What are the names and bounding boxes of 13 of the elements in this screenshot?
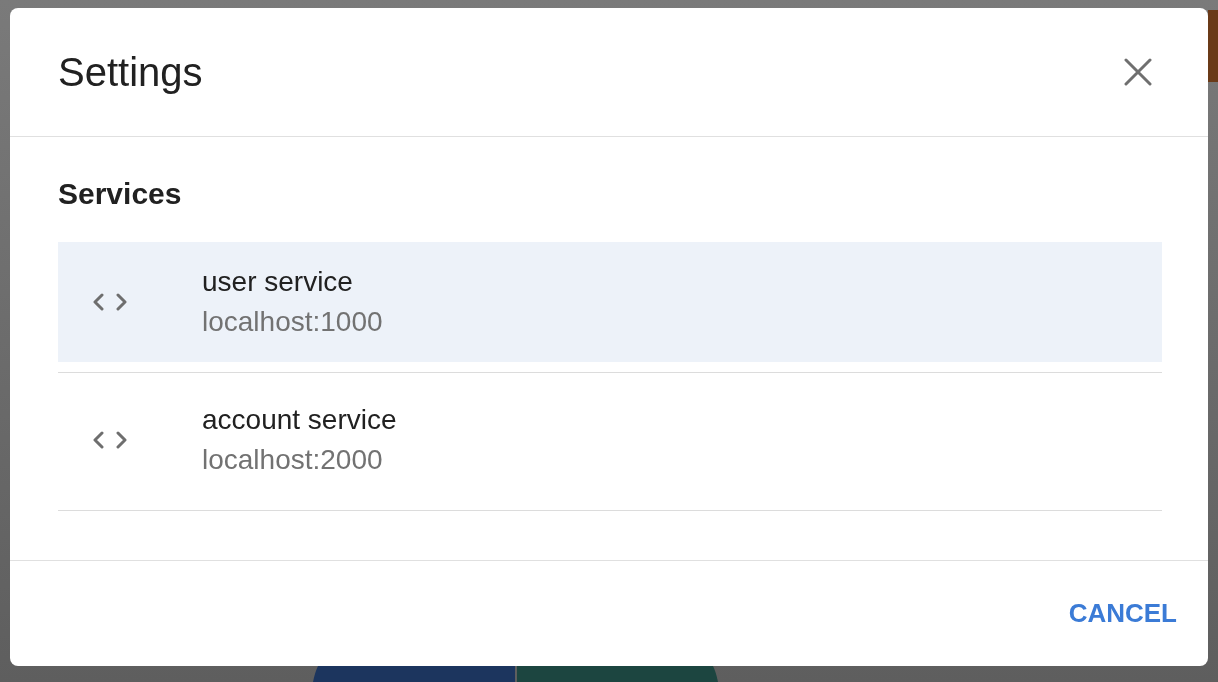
close-icon	[1124, 58, 1152, 86]
service-address: localhost:2000	[202, 443, 383, 477]
code-icon	[93, 430, 127, 450]
cancel-button[interactable]: CANCEL	[1052, 590, 1193, 637]
service-list-item[interactable]: account service localhost:2000	[58, 380, 1162, 500]
code-icon	[93, 292, 127, 312]
section-title: Services	[58, 176, 182, 212]
service-name: user service	[202, 265, 353, 299]
service-name: account service	[202, 403, 397, 437]
service-address: localhost:1000	[202, 305, 383, 339]
dialog-title: Settings	[58, 49, 203, 96]
service-list-item[interactable]: user service localhost:1000	[58, 242, 1162, 362]
backdrop-shape	[1208, 10, 1218, 82]
